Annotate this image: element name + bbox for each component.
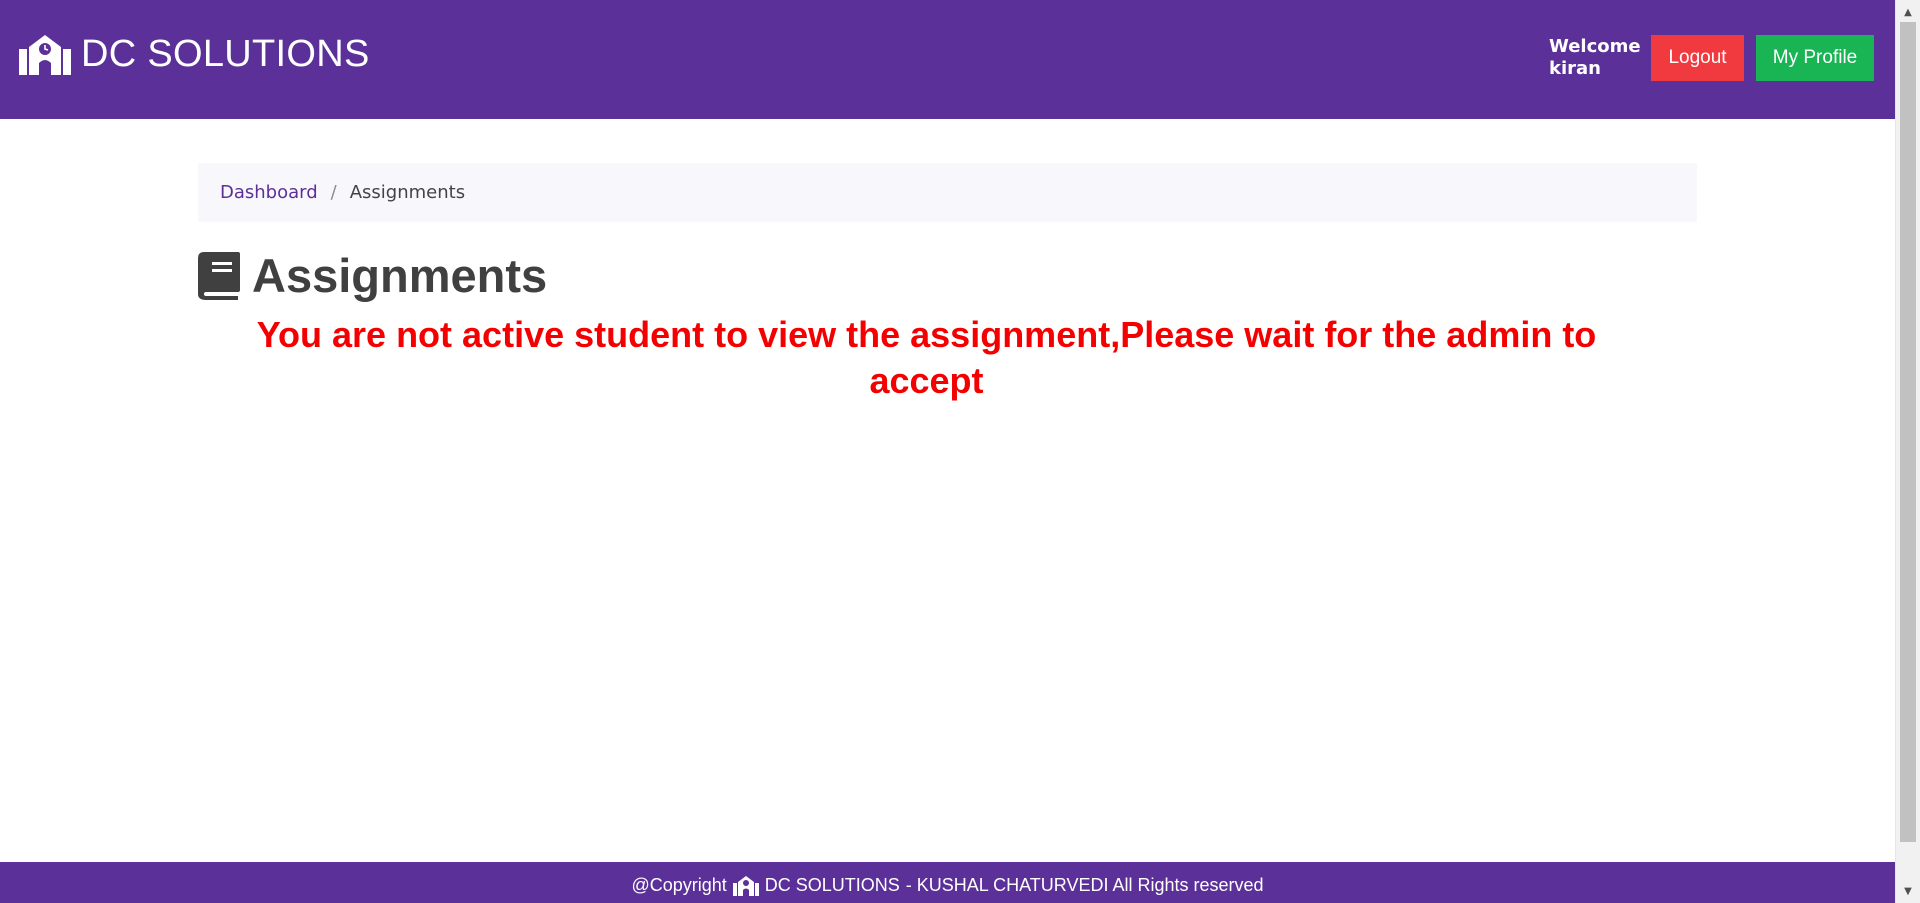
book-icon [198, 251, 240, 300]
breadcrumb-dashboard-link[interactable]: Dashboard [220, 182, 318, 203]
footer-copyright-prefix: @Copyright [631, 875, 727, 895]
scroll-up-icon[interactable]: ▲ [1896, 2, 1920, 22]
school-icon [19, 35, 71, 75]
my-profile-button[interactable]: My Profile [1756, 35, 1874, 81]
footer-rights: - KUSHAL CHATURVEDI All Rights reserved [905, 875, 1264, 895]
welcome-message: Welcome kiran [1549, 36, 1649, 80]
scrollbar-thumb[interactable] [1900, 22, 1916, 842]
school-icon [732, 876, 759, 896]
page-title: Assignments [198, 248, 547, 303]
footer-brand: DC SOLUTIONS [764, 875, 900, 895]
footer: @Copyright DC SOLUTIONS - KUSHAL CHATURV… [0, 862, 1895, 903]
breadcrumb: Dashboard / Assignments [198, 163, 1697, 222]
scroll-down-icon[interactable]: ▼ [1896, 881, 1920, 901]
brand-name: DC SOLUTIONS [81, 32, 370, 75]
brand-link[interactable]: DC SOLUTIONS [19, 30, 370, 78]
navbar: DC SOLUTIONS Welcome kiran Logout My Pro… [0, 0, 1895, 119]
breadcrumb-separator: / [330, 182, 337, 203]
vertical-scrollbar[interactable]: ▲ ▼ [1895, 0, 1920, 903]
welcome-label: Welcome [1549, 36, 1641, 57]
username: kiran [1549, 58, 1601, 79]
logout-button[interactable]: Logout [1651, 35, 1744, 81]
page-heading: Assignments [252, 249, 548, 302]
browser-page: DC SOLUTIONS Welcome kiran Logout My Pro… [0, 0, 1920, 903]
inactive-student-notice: You are not active student to view the a… [256, 314, 1597, 401]
footer-copyright: @Copyright DC SOLUTIONS - KUSHAL CHATURV… [631, 875, 1264, 896]
viewport: DC SOLUTIONS Welcome kiran Logout My Pro… [0, 0, 1895, 903]
breadcrumb-current: Assignments [349, 182, 466, 203]
